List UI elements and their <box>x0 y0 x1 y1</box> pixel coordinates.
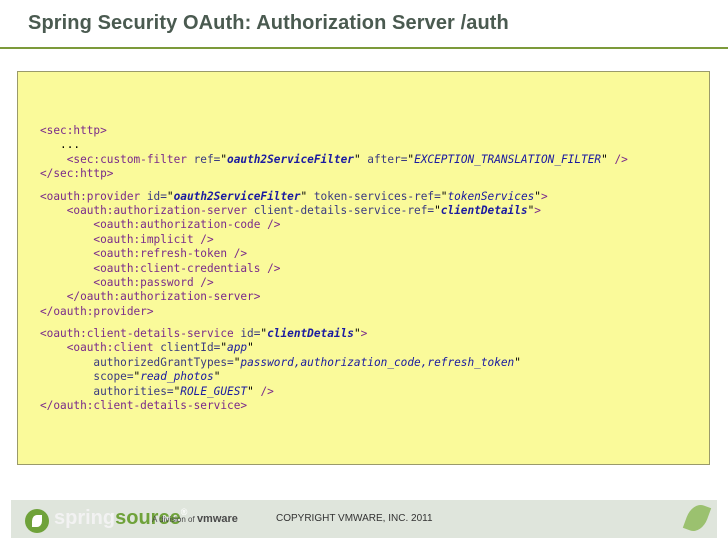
vmware-brand: vmware <box>196 513 238 525</box>
code-token: " <box>601 152 615 166</box>
brand-part-1: spring <box>54 507 116 529</box>
code-token: " <box>300 189 314 203</box>
code-token: > <box>360 327 368 341</box>
code-token: client-details-service-ref= <box>253 203 435 217</box>
slide-title: Spring Security OAuth: Authorization Ser… <box>28 12 509 34</box>
code-line: <oauth:client-credentials /> <box>40 262 628 276</box>
code-token: scope= <box>40 370 134 384</box>
code-token: <oauth:client-details-service <box>40 327 241 341</box>
code-token: > <box>540 189 548 203</box>
code-token: clientDetails <box>440 203 528 217</box>
code-token: <oauth:client <box>40 341 161 355</box>
code-token: ref= <box>193 152 221 166</box>
code-token: password,authorization_code,refresh_toke… <box>240 355 515 369</box>
code-token: </oauth:authorization-server> <box>40 290 261 304</box>
code-token: ... <box>40 138 81 152</box>
code-line: <oauth:authorization-code /> <box>40 218 628 232</box>
code-token: <oauth:provider <box>40 189 147 203</box>
code-token: ROLE_GUEST <box>180 384 248 398</box>
code-line: </sec:http> <box>40 167 628 181</box>
division-text: A division of <box>152 515 195 524</box>
code-token: read_photos <box>140 370 214 384</box>
code-token: oauth2ServiceFilter <box>173 189 301 203</box>
division-label: A division of vmware <box>152 513 238 525</box>
code-token: <oauth:refresh-token /> <box>40 247 248 261</box>
code-token: " <box>213 370 221 384</box>
code-token: authorities= <box>40 384 174 398</box>
springsource-logo-icon <box>25 509 49 533</box>
code-line: <sec:custom-filter ref="oauth2ServiceFil… <box>40 153 628 167</box>
code-token: clientDetails <box>267 327 354 341</box>
code-line: authorizedGrantTypes= "password,authoriza… <box>40 356 628 370</box>
leaf-decoration-icon <box>682 501 712 535</box>
code-token: id= <box>146 189 167 203</box>
code-token: " <box>166 189 174 203</box>
code-token: <oauth:implicit /> <box>40 232 214 246</box>
code-token: <oauth:client-credentials /> <box>40 261 281 275</box>
code-line: scope="read_photos" <box>40 370 628 384</box>
code-token: > <box>534 203 541 217</box>
code-token: " <box>434 203 441 217</box>
code-line: <oauth:provider id="oauth2ServiceFilter"… <box>40 190 628 204</box>
code-block: <sec:http> ... <sec:custom-filter ref="o… <box>40 124 628 413</box>
code-token: authorizedGrantTypes= <box>40 355 234 369</box>
code-token: tokenServices <box>447 189 535 203</box>
copyright-text: COPYRIGHT VMWARE, INC. 2011 <box>276 513 433 524</box>
code-line: </oauth:authorization-server> <box>40 290 628 304</box>
code-token: " <box>353 152 368 166</box>
code-line: </oauth:provider> <box>40 305 628 319</box>
code-token: " <box>534 189 541 203</box>
code-token: /> <box>260 384 274 398</box>
code-token: clientId= <box>160 341 221 355</box>
code-token: id= <box>240 327 261 341</box>
code-line: <oauth:refresh-token /> <box>40 247 628 261</box>
code-token: oauth2ServiceFilter <box>227 152 354 166</box>
code-box: <sec:http> ... <sec:custom-filter ref="o… <box>17 71 710 465</box>
title-divider <box>0 47 728 49</box>
code-token: <oauth:password /> <box>40 275 214 289</box>
code-token: </oauth:provider> <box>40 304 154 318</box>
code-token: <oauth:authorization-code /> <box>40 218 281 232</box>
code-token: token-services-ref= <box>313 189 441 203</box>
code-line: </oauth:client-details-service> <box>40 399 628 413</box>
code-line: authorities="ROLE_GUEST" /> <box>40 385 628 399</box>
code-line: <oauth:authorization-server client-detai… <box>40 204 628 218</box>
code-token: " <box>247 384 261 398</box>
code-token: <sec:http> <box>40 124 107 137</box>
code-token: " <box>353 327 361 341</box>
code-token: <oauth:authorization-server <box>40 203 254 217</box>
code-token: after= <box>367 152 408 166</box>
code-line: <sec:http> <box>40 124 628 138</box>
code-token: </sec:http> <box>40 167 114 181</box>
code-gap <box>40 319 628 327</box>
code-line: <oauth:implicit /> <box>40 233 628 247</box>
code-line: <oauth:password /> <box>40 276 628 290</box>
code-token: " <box>247 341 254 355</box>
footer-bar: springsource® A division of vmware COPYR… <box>11 500 717 538</box>
code-token: " <box>514 355 521 369</box>
code-line: <oauth:client-details-service id= "client… <box>40 327 628 341</box>
code-token: /> <box>614 152 628 166</box>
code-line: <oauth:client clientId="app" <box>40 341 628 355</box>
code-line: ... <box>40 138 628 152</box>
code-token: <sec:custom-filter <box>40 152 194 166</box>
code-gap <box>40 182 628 190</box>
code-token: EXCEPTION_TRANSLATION_FILTER <box>414 152 602 166</box>
code-token: app <box>227 341 248 355</box>
code-token: </oauth:client-details-service> <box>40 399 248 413</box>
